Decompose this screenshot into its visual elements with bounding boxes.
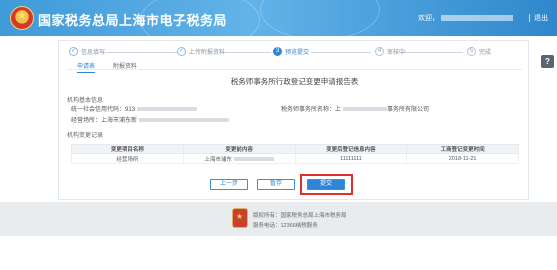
field-label: 税务师事务所名称： xyxy=(281,107,336,113)
field-value: 上海市浦东新 xyxy=(101,118,138,124)
address-field: 经营场所：上海市浦东新 xyxy=(71,115,230,124)
step-upload: ✓ 上传附报资料 xyxy=(177,47,225,56)
star-icon: ★ xyxy=(236,212,244,221)
field-label: 统一社会信用代码： xyxy=(71,107,126,113)
save-draft-button[interactable]: 暂存 xyxy=(257,179,295,190)
page-footer: ★ 版权所有：国家税务总局上海市税务局 服务电话：12366纳税服务 xyxy=(0,202,557,236)
tax-emblem-logo: ★ xyxy=(10,6,34,30)
step-label: 完成 xyxy=(479,50,492,56)
tax-badge-logo: ★ xyxy=(232,208,248,228)
table-cell: 11111111 xyxy=(294,153,408,164)
table-cell: 2018-11-21 xyxy=(406,153,519,164)
header-divider xyxy=(529,14,530,22)
help-icon[interactable]: ? xyxy=(541,55,554,68)
step-label: 审核中 xyxy=(387,50,406,56)
tab-attachments[interactable]: 附报资料 xyxy=(113,61,137,72)
main-panel: ✓ 信息填写 ✓ 上传附报资料 3 预览提交 4 审核中 5 完成 申请表 附报资料 税务… xyxy=(58,40,529,200)
step-review: 4 审核中 xyxy=(375,47,405,56)
step-label: 信息填写 xyxy=(81,50,106,56)
redacted-value xyxy=(137,107,198,112)
column-header: 工商登记变更时间 xyxy=(406,144,519,154)
step-number: 3 xyxy=(273,47,282,56)
step-complete: 5 完成 xyxy=(467,47,491,56)
top-header: ★ 国家税务总局上海市电子税务局 欢迎， 退出 xyxy=(0,0,557,36)
firm-name-field: 税务师事务所名称：上 事务所有限公司 xyxy=(281,104,429,113)
prev-step-button[interactable]: 上一步 xyxy=(210,179,248,190)
table-cell: 经营场所 xyxy=(71,153,184,164)
redacted-value xyxy=(233,157,274,162)
submit-highlight-box xyxy=(300,174,353,195)
step-connector xyxy=(401,52,463,53)
change-table: 变更项目名称 变更前内容 变更后登记信息内容 工商登记变更时间 经营场所 上海市… xyxy=(71,144,519,164)
footer-sponsor: 版权所有：国家税务总局上海市税务局 xyxy=(253,213,347,219)
table-header-row: 变更项目名称 变更前内容 变更后登记信息内容 工商登记变更时间 xyxy=(71,144,519,154)
check-icon: ✓ xyxy=(69,47,78,56)
redacted-value xyxy=(139,118,230,123)
header-decoration xyxy=(260,0,380,36)
logout-link[interactable]: 退出 xyxy=(534,13,548,23)
field-value: 上 xyxy=(335,107,342,113)
step-connector xyxy=(101,52,183,53)
footer-hotline: 服务电话：12366纳税服务 xyxy=(253,223,318,229)
check-icon: ✓ xyxy=(177,47,186,56)
step-number: 4 xyxy=(375,47,384,56)
table-row: 经营场所 上海市浦东 11111111 2018-11-21 xyxy=(71,153,519,164)
section-change-record: 机构变更记录 xyxy=(67,133,104,139)
column-header: 变更前内容 xyxy=(182,144,296,154)
step-fill-info: ✓ 信息填写 xyxy=(69,47,105,56)
step-connector xyxy=(221,52,271,53)
table-cell: 上海市浦东 xyxy=(182,153,296,164)
step-label: 上传附报资料 xyxy=(189,50,226,56)
tab-bar: 申请表 附报资料 xyxy=(67,61,522,73)
field-value-suffix: 事务所有限公司 xyxy=(387,107,430,113)
redacted-user xyxy=(441,15,513,22)
section-basic-info: 机构基本信息 xyxy=(67,98,104,104)
field-value: 913 xyxy=(125,107,136,113)
step-label: 预览提交 xyxy=(285,50,310,56)
field-label: 经营场所： xyxy=(71,118,102,124)
form-title: 税务师事务所行政登记变更申请报告表 xyxy=(230,77,359,86)
column-header: 变更后登记信息内容 xyxy=(294,144,408,154)
site-title: 国家税务总局上海市电子税务局 xyxy=(38,13,228,28)
star-icon: ★ xyxy=(17,10,27,22)
welcome-label: 欢迎， xyxy=(418,15,439,22)
credit-code-field: 统一社会信用代码：913 xyxy=(71,104,198,113)
step-number: 5 xyxy=(467,47,476,56)
tab-report[interactable]: 申请表 xyxy=(77,61,96,73)
column-header: 变更项目名称 xyxy=(71,144,184,154)
redacted-value xyxy=(343,107,388,112)
welcome-text: 欢迎， xyxy=(418,13,513,23)
cell-text: 上海市浦东 xyxy=(204,156,232,163)
progress-steps: ✓ 信息填写 ✓ 上传附报资料 3 预览提交 4 审核中 5 完成 xyxy=(69,47,521,59)
step-connector xyxy=(311,52,371,53)
step-preview: 3 预览提交 xyxy=(273,47,309,56)
